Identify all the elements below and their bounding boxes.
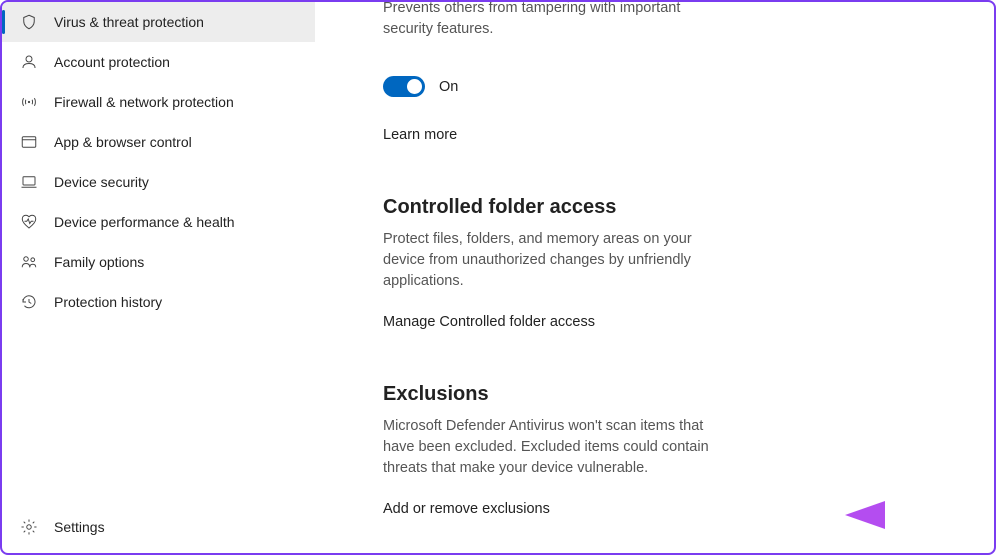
sidebar-item-history[interactable]: Protection history — [2, 282, 315, 322]
person-icon — [20, 53, 38, 71]
exclusions-desc: Microsoft Defender Antivirus won't scan … — [383, 416, 733, 479]
tamper-toggle-label: On — [439, 79, 458, 95]
sidebar: Virus & threat protection Account protec… — [2, 2, 315, 553]
sidebar-item-account[interactable]: Account protection — [2, 42, 315, 82]
cfa-heading: Controlled folder access — [383, 196, 964, 219]
tamper-toggle[interactable] — [383, 76, 425, 97]
heart-icon — [20, 213, 38, 231]
sidebar-item-label: Account protection — [54, 54, 170, 70]
family-icon — [20, 253, 38, 271]
cfa-manage-link[interactable]: Manage Controlled folder access — [383, 314, 595, 330]
windows-security-window: Virus & threat protection Account protec… — [0, 0, 996, 555]
sidebar-item-label: Device security — [54, 174, 149, 190]
exclusions-action-link[interactable]: Add or remove exclusions — [383, 501, 550, 517]
tamper-toggle-row: On — [383, 76, 964, 97]
exclusions-section: Exclusions Microsoft Defender Antivirus … — [383, 383, 964, 518]
tamper-learn-more-link[interactable]: Learn more — [383, 127, 457, 143]
toggle-knob — [407, 79, 422, 94]
sidebar-item-device-perf[interactable]: Device performance & health — [2, 202, 315, 242]
tamper-section: Prevents others from tampering with impo… — [383, 2, 964, 144]
shield-icon — [20, 13, 38, 31]
cfa-desc: Protect files, folders, and memory areas… — [383, 229, 733, 292]
sidebar-footer: Settings — [2, 509, 315, 553]
sidebar-item-label: Settings — [54, 519, 105, 535]
gear-icon — [20, 518, 38, 536]
laptop-icon — [20, 173, 38, 191]
main-content: Prevents others from tampering with impo… — [315, 2, 994, 553]
sidebar-item-label: Family options — [54, 254, 144, 270]
sidebar-item-label: Device performance & health — [54, 214, 235, 230]
sidebar-item-app-browser[interactable]: App & browser control — [2, 122, 315, 162]
sidebar-item-label: App & browser control — [54, 134, 192, 150]
sidebar-item-family[interactable]: Family options — [2, 242, 315, 282]
sidebar-item-virus-threat[interactable]: Virus & threat protection — [2, 2, 315, 42]
sidebar-item-label: Protection history — [54, 294, 162, 310]
sidebar-item-label: Virus & threat protection — [54, 14, 204, 30]
sidebar-item-device-security[interactable]: Device security — [2, 162, 315, 202]
sidebar-item-label: Firewall & network protection — [54, 94, 234, 110]
tamper-desc: Prevents others from tampering with impo… — [383, 2, 733, 40]
nav-list: Virus & threat protection Account protec… — [2, 2, 315, 509]
exclusions-heading: Exclusions — [383, 383, 964, 406]
history-icon — [20, 293, 38, 311]
sidebar-item-firewall[interactable]: Firewall & network protection — [2, 82, 315, 122]
antenna-icon — [20, 93, 38, 111]
sidebar-item-settings[interactable]: Settings — [20, 509, 315, 545]
window-icon — [20, 133, 38, 151]
cfa-section: Controlled folder access Protect files, … — [383, 196, 964, 331]
